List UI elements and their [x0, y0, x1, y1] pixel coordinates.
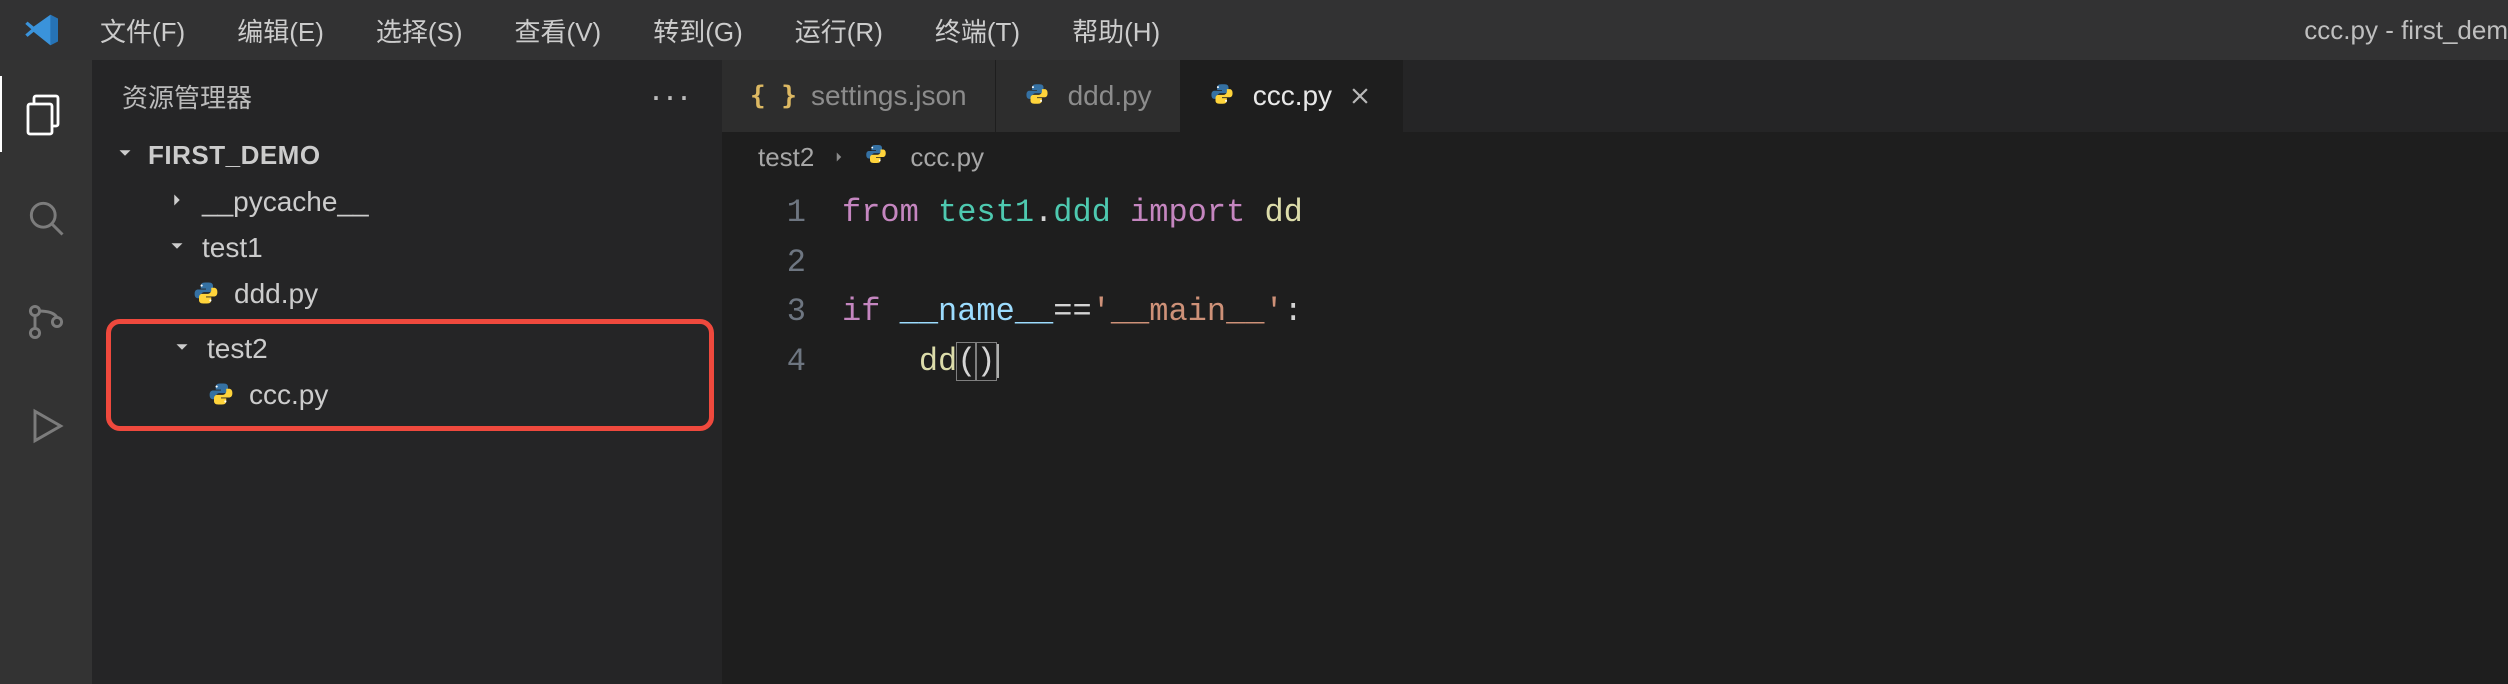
- vscode-icon: [20, 8, 64, 52]
- annotation-highlight: test2 ccc.py: [106, 319, 714, 431]
- line-number: 1: [722, 188, 842, 238]
- tab-label: ccc.py: [1253, 80, 1332, 112]
- chevron-down-icon: [164, 232, 190, 264]
- breadcrumb[interactable]: test2 ccc.py: [722, 132, 2508, 182]
- menu-terminal[interactable]: 终端(T): [929, 8, 1026, 53]
- tree-label: ccc.py: [249, 379, 328, 411]
- tree-label: test2: [207, 333, 268, 365]
- menu-run[interactable]: 运行(R): [789, 8, 889, 53]
- tree-file-dddpy[interactable]: ddd.py: [92, 271, 722, 317]
- menu-bar: 文件(F) 编辑(E) 选择(S) 查看(V) 转到(G) 运行(R) 终端(T…: [94, 8, 1166, 53]
- window-title: ccc.py - first_dem: [2304, 0, 2508, 60]
- python-icon: [192, 279, 222, 309]
- tree-file-cccpy[interactable]: ccc.py: [111, 372, 709, 418]
- editor-tabs: { } settings.json ddd.py: [722, 60, 2508, 132]
- code-line[interactable]: 1from test1.ddd import dd: [722, 188, 2508, 238]
- code-line[interactable]: 4 dd(): [722, 337, 2508, 387]
- code-line[interactable]: 3if __name__=='__main__':: [722, 287, 2508, 337]
- json-icon: { }: [750, 81, 797, 111]
- sidebar-header: 资源管理器 ···: [92, 60, 722, 132]
- code-text[interactable]: dd(): [842, 337, 2508, 387]
- python-icon: [207, 380, 237, 410]
- python-icon: [1209, 81, 1239, 111]
- explorer-icon[interactable]: [18, 86, 74, 142]
- tree-label: __pycache__: [202, 186, 369, 218]
- menu-select[interactable]: 选择(S): [370, 8, 469, 53]
- tree-root[interactable]: FIRST_DEMO: [92, 132, 722, 179]
- menu-edit[interactable]: 编辑(E): [231, 8, 330, 53]
- tree-label: test1: [202, 232, 263, 264]
- code-text[interactable]: [842, 238, 2508, 288]
- python-icon: [1024, 81, 1054, 111]
- tab-dddpy[interactable]: ddd.py: [996, 60, 1181, 132]
- line-number: 4: [722, 337, 842, 387]
- breadcrumb-segment[interactable]: ccc.py: [910, 142, 984, 173]
- scm-icon[interactable]: [18, 294, 74, 350]
- menu-file[interactable]: 文件(F): [94, 8, 191, 53]
- line-number: 3: [722, 287, 842, 337]
- code-text[interactable]: if __name__=='__main__':: [842, 287, 2508, 337]
- title-bar: 文件(F) 编辑(E) 选择(S) 查看(V) 转到(G) 运行(R) 终端(T…: [0, 0, 2508, 60]
- line-number: 2: [722, 238, 842, 288]
- text-cursor: [997, 344, 999, 378]
- python-icon: [864, 142, 894, 172]
- tab-settings-json[interactable]: { } settings.json: [722, 60, 996, 132]
- menu-go[interactable]: 转到(G): [647, 8, 749, 53]
- sidebar-explorer: 资源管理器 ··· FIRST_DEMO __pycache__ te: [92, 60, 722, 684]
- code-editor[interactable]: 1from test1.ddd import dd23if __name__==…: [722, 182, 2508, 392]
- search-icon[interactable]: [18, 190, 74, 246]
- tab-cccpy[interactable]: ccc.py: [1181, 60, 1403, 132]
- tab-label: ddd.py: [1068, 80, 1152, 112]
- menu-help[interactable]: 帮助(H): [1066, 8, 1166, 53]
- chevron-right-icon: [830, 142, 848, 173]
- chevron-down-icon: [112, 140, 138, 171]
- tree-label: ddd.py: [234, 278, 318, 310]
- activity-bar: [0, 60, 92, 684]
- tab-label: settings.json: [811, 80, 967, 112]
- tree-root-label: FIRST_DEMO: [148, 140, 321, 171]
- run-icon[interactable]: [18, 398, 74, 454]
- close-icon[interactable]: [1346, 82, 1374, 110]
- code-text[interactable]: from test1.ddd import dd: [842, 188, 2508, 238]
- file-tree: FIRST_DEMO __pycache__ test1: [92, 132, 722, 431]
- tree-folder-test1[interactable]: test1: [92, 225, 722, 271]
- chevron-down-icon: [169, 333, 195, 365]
- editor-area: { } settings.json ddd.py: [722, 60, 2508, 684]
- breadcrumb-segment[interactable]: test2: [758, 142, 814, 173]
- chevron-right-icon: [164, 186, 190, 218]
- menu-view[interactable]: 查看(V): [509, 8, 608, 53]
- code-line[interactable]: 2: [722, 238, 2508, 288]
- tree-folder-test2[interactable]: test2: [111, 326, 709, 372]
- sidebar-more-icon[interactable]: ···: [650, 90, 692, 102]
- tree-folder-pycache[interactable]: __pycache__: [92, 179, 722, 225]
- sidebar-title: 资源管理器: [122, 78, 252, 115]
